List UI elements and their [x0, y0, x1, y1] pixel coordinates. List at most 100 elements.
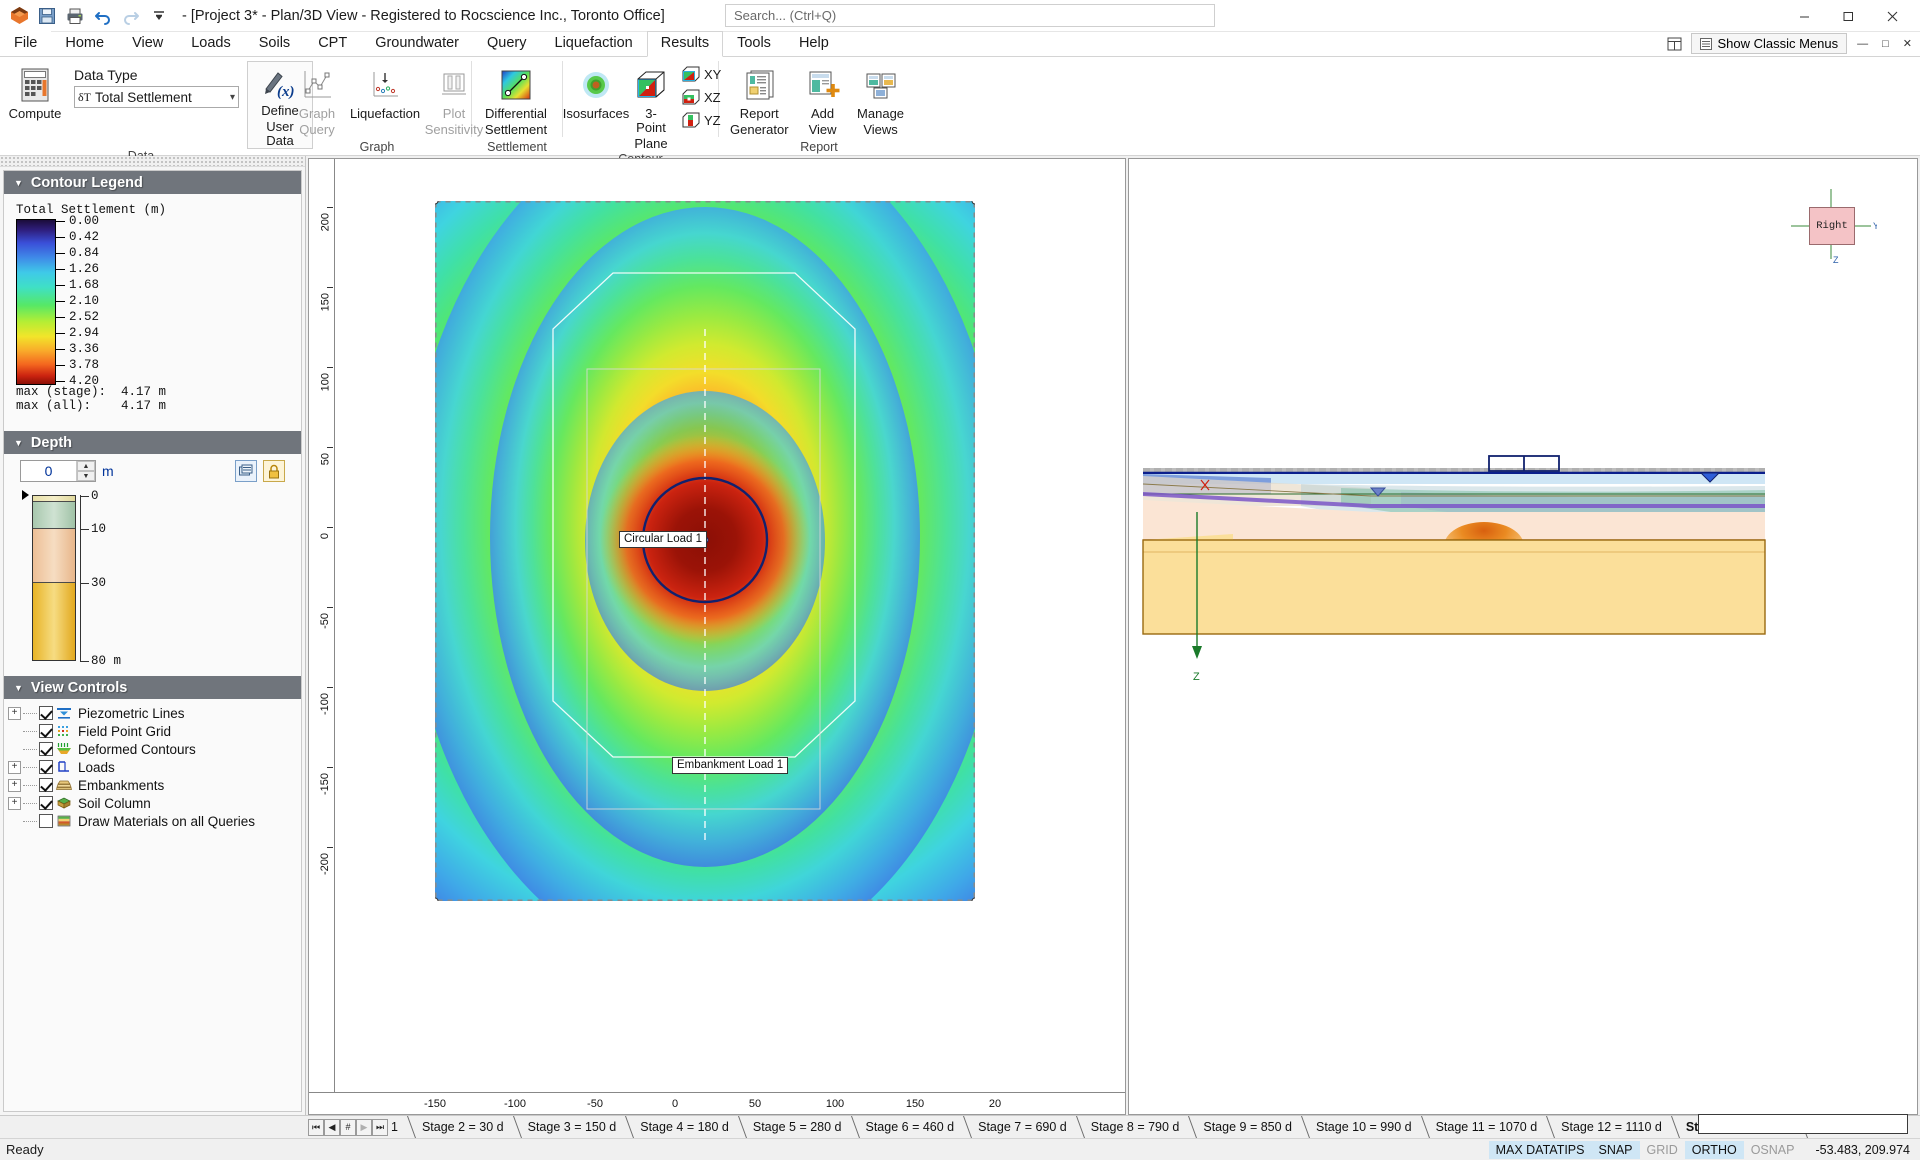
save-icon[interactable] [34, 3, 60, 29]
depth-header[interactable]: ▼ Depth [4, 431, 301, 454]
ribbon-restore-icon[interactable]: □ [1878, 38, 1893, 50]
report-generator-button[interactable]: Report Generator [723, 61, 796, 138]
minimize-button[interactable] [1782, 1, 1826, 31]
checkbox-piezometric-lines[interactable] [39, 706, 53, 720]
contour-legend-header[interactable]: ▼ Contour Legend [4, 171, 301, 194]
circular-load-1-label[interactable]: Circular Load 1 [619, 531, 707, 548]
three-point-plane-label-2: Plane [634, 136, 668, 151]
dock-layout-icon[interactable] [1663, 33, 1685, 54]
stage-tab-7[interactable]: Stage 7 = 690 d [967, 1116, 1080, 1138]
maximize-button[interactable] [1826, 1, 1870, 31]
expand-icon[interactable]: + [8, 796, 21, 810]
expand-icon[interactable]: + [8, 778, 21, 792]
tab-soils[interactable]: Soils [245, 31, 304, 56]
tree-item-deformed-contours[interactable]: Deformed Contours [8, 740, 301, 758]
stage-tab-5[interactable]: Stage 5 = 280 d [742, 1116, 855, 1138]
status-chip-ortho[interactable]: ORTHO [1684, 1140, 1744, 1159]
tab-home[interactable]: Home [51, 31, 118, 56]
tab-help[interactable]: Help [785, 31, 843, 56]
status-chip-grid[interactable]: GRID [1640, 1141, 1685, 1159]
stage-tab-8[interactable]: Stage 8 = 790 d [1080, 1116, 1193, 1138]
tree-item-loads[interactable]: + Loads [8, 758, 301, 776]
tab-query[interactable]: Query [473, 31, 541, 56]
view-controls-header[interactable]: ▼ View Controls [4, 676, 301, 699]
undo-icon[interactable] [90, 3, 116, 29]
tree-item-field-point-grid[interactable]: Field Point Grid [8, 722, 301, 740]
show-classic-menus-button[interactable]: Show Classic Menus [1691, 33, 1848, 54]
print-icon[interactable] [62, 3, 88, 29]
redo-icon[interactable] [118, 3, 144, 29]
view-orientation-cube[interactable]: Y Z Right [1787, 187, 1879, 265]
last-stage-button[interactable]: ⏭ [372, 1118, 388, 1136]
tab-groundwater[interactable]: Groundwater [361, 31, 473, 56]
customize-qat-icon[interactable] [146, 3, 172, 29]
section-3d-view-pane[interactable]: Y Z Right [1128, 158, 1918, 1115]
ribbon-close-icon[interactable]: ✕ [1899, 37, 1916, 50]
lock-depth-button[interactable] [263, 460, 285, 482]
command-input[interactable] [1698, 1114, 1908, 1134]
stage-tab-11[interactable]: Stage 11 = 1070 d [1425, 1116, 1551, 1138]
checkbox-soil-column[interactable] [39, 796, 53, 810]
stage-tab-2[interactable]: Stage 2 = 30 d [411, 1116, 517, 1138]
orientation-face-right[interactable]: Right [1809, 207, 1855, 245]
checkbox-loads[interactable] [39, 760, 53, 774]
soil-profile-button[interactable] [235, 460, 257, 482]
tree-item-draw-materials[interactable]: Draw Materials on all Queries [8, 812, 301, 830]
tab-file[interactable]: File [0, 31, 52, 56]
first-stage-button[interactable]: ⏮ [308, 1118, 324, 1136]
graph-query-button[interactable]: Graph Query [287, 61, 347, 138]
stage-tab-4[interactable]: Stage 4 = 180 d [629, 1116, 742, 1138]
cross-section-drawing[interactable]: Z [1141, 454, 1771, 714]
data-type-select[interactable]: δT Total Settlement ▾ [74, 86, 239, 108]
close-button[interactable] [1870, 1, 1914, 31]
add-view-button[interactable]: Add View [796, 61, 850, 138]
differential-settlement-button[interactable]: Differential Settlement [476, 61, 556, 138]
stage-tab-3[interactable]: Stage 3 = 150 d [517, 1116, 630, 1138]
stage-number-button[interactable]: # [340, 1118, 356, 1136]
tree-connector [23, 730, 37, 732]
checkbox-embankments[interactable] [39, 778, 53, 792]
tree-item-soil-column[interactable]: + Soil Column [8, 794, 301, 812]
tab-view[interactable]: View [118, 31, 177, 56]
app-logo-icon[interactable] [6, 3, 32, 29]
checkbox-draw-materials[interactable] [39, 814, 53, 828]
checkbox-field-point-grid[interactable] [39, 724, 53, 738]
prev-stage-button[interactable]: ◀ [324, 1118, 340, 1136]
status-chip-max-datatips[interactable]: MAX DATATIPS [1488, 1140, 1592, 1159]
compute-button[interactable]: Compute [4, 61, 66, 122]
embankment-load-1-label[interactable]: Embankment Load 1 [672, 757, 789, 774]
depth-value[interactable]: 0 [21, 461, 76, 481]
expand-icon[interactable]: + [8, 706, 21, 720]
tab-results[interactable]: Results [646, 31, 724, 57]
plan-view-pane[interactable]: 200 150 100 50 0 -50 -100 -150 -200 Circ… [308, 158, 1126, 1115]
depth-increment-button[interactable]: ▲ [77, 461, 95, 471]
status-chip-snap[interactable]: SNAP [1591, 1140, 1640, 1159]
stage-tab-10[interactable]: Stage 10 = 990 d [1305, 1116, 1425, 1138]
status-chip-osnap[interactable]: OSNAP [1744, 1141, 1802, 1159]
expand-icon[interactable]: + [8, 760, 21, 774]
tab-tools[interactable]: Tools [723, 31, 785, 56]
tree-item-piezometric-lines[interactable]: + Piezometric Lines [8, 704, 301, 722]
ribbon-minimize-icon[interactable]: — [1853, 38, 1872, 50]
settlement-contour-plot[interactable] [435, 201, 975, 901]
next-stage-button[interactable]: ▶ [356, 1118, 372, 1136]
stage-tab-6[interactable]: Stage 6 = 460 d [855, 1116, 968, 1138]
isosurfaces-button[interactable]: Isosurfaces [563, 61, 629, 122]
tab-cpt[interactable]: CPT [304, 31, 361, 56]
stage-tab-1[interactable]: 1 [388, 1116, 411, 1138]
three-point-plane-button[interactable]: 3-Point Plane [625, 61, 677, 152]
stage-tab-9[interactable]: Stage 9 = 850 d [1192, 1116, 1305, 1138]
tree-item-embankments[interactable]: + Embankments [8, 776, 301, 794]
panel-drag-grip[interactable] [0, 156, 305, 167]
checkbox-deformed-contours[interactable] [39, 742, 53, 756]
stage-tab-12[interactable]: Stage 12 = 1110 d [1550, 1116, 1675, 1138]
depth-stepper[interactable]: 0 ▲ ▼ [20, 460, 96, 482]
soil-column-preview[interactable]: 0 10 30 80 m [18, 489, 301, 670]
chevron-down-icon[interactable]: ▾ [230, 92, 235, 103]
depth-decrement-button[interactable]: ▼ [77, 471, 95, 481]
tab-liquefaction[interactable]: Liquefaction [541, 31, 647, 56]
search-input[interactable]: Search... (Ctrl+Q) [725, 4, 1215, 27]
tab-loads[interactable]: Loads [177, 31, 245, 56]
manage-views-button[interactable]: Manage Views [850, 61, 912, 138]
liquefaction-button[interactable]: Liquefaction [347, 61, 423, 122]
